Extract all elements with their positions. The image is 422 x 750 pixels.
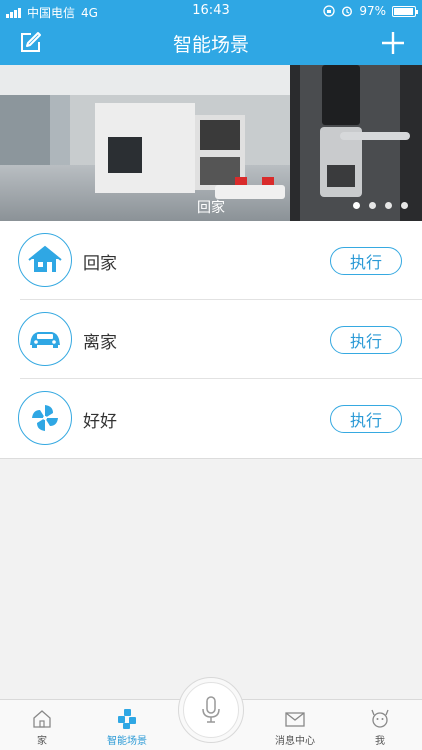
carousel-dot[interactable] xyxy=(353,202,360,209)
tab-label: 智能场景 xyxy=(107,736,147,747)
voice-button[interactable] xyxy=(183,682,239,738)
plus-icon[interactable] xyxy=(380,30,406,56)
tab-label: 消息中心 xyxy=(275,736,315,747)
scene-row[interactable]: 离家 执行 xyxy=(0,300,422,379)
scene-name: 离家 xyxy=(83,333,117,353)
page-title: 智能场景 xyxy=(172,34,249,56)
tab-home[interactable]: 家 xyxy=(2,708,82,747)
execute-button[interactable]: 执行 xyxy=(330,405,402,433)
carousel-dots[interactable] xyxy=(353,202,408,209)
tab-label: 家 xyxy=(37,736,47,747)
nav-bar: 智能场景 xyxy=(0,22,422,65)
carousel-dot[interactable] xyxy=(369,202,376,209)
profile-icon xyxy=(371,709,389,728)
scene-icon xyxy=(118,709,136,729)
tab-scenes[interactable]: 智能场景 xyxy=(87,708,167,747)
alarm-icon xyxy=(342,6,353,17)
execute-button[interactable]: 执行 xyxy=(330,247,402,275)
execute-button[interactable]: 执行 xyxy=(330,326,402,354)
home-icon xyxy=(18,233,72,287)
tab-messages[interactable]: 消息中心 xyxy=(255,708,335,747)
carousel-dot[interactable] xyxy=(401,202,408,209)
scene-row[interactable]: 好好 执行 xyxy=(0,379,422,458)
scene-name: 回家 xyxy=(83,254,117,274)
scene-banner[interactable]: 回家 xyxy=(0,65,422,221)
scene-name: 好好 xyxy=(83,412,117,432)
house-icon xyxy=(33,710,51,728)
battery-icon xyxy=(392,5,418,17)
tab-me[interactable]: 我 xyxy=(340,708,420,747)
orientation-lock-icon xyxy=(323,5,335,17)
microphone-icon xyxy=(202,696,220,723)
car-icon xyxy=(18,312,72,366)
mail-icon xyxy=(285,712,305,727)
app-header: 中国电信 4G 16:43 97% 智能场景 xyxy=(0,0,422,65)
scene-row[interactable]: 回家 执行 xyxy=(0,221,422,300)
status-bar: 中国电信 4G 16:43 97% xyxy=(0,0,422,22)
pinwheel-icon xyxy=(18,391,72,445)
battery-percent: 97% xyxy=(359,4,386,18)
scene-list: 回家 执行 离家 执行 好好 执行 xyxy=(0,221,422,459)
tab-label: 我 xyxy=(375,736,385,747)
carousel-dot[interactable] xyxy=(385,202,392,209)
